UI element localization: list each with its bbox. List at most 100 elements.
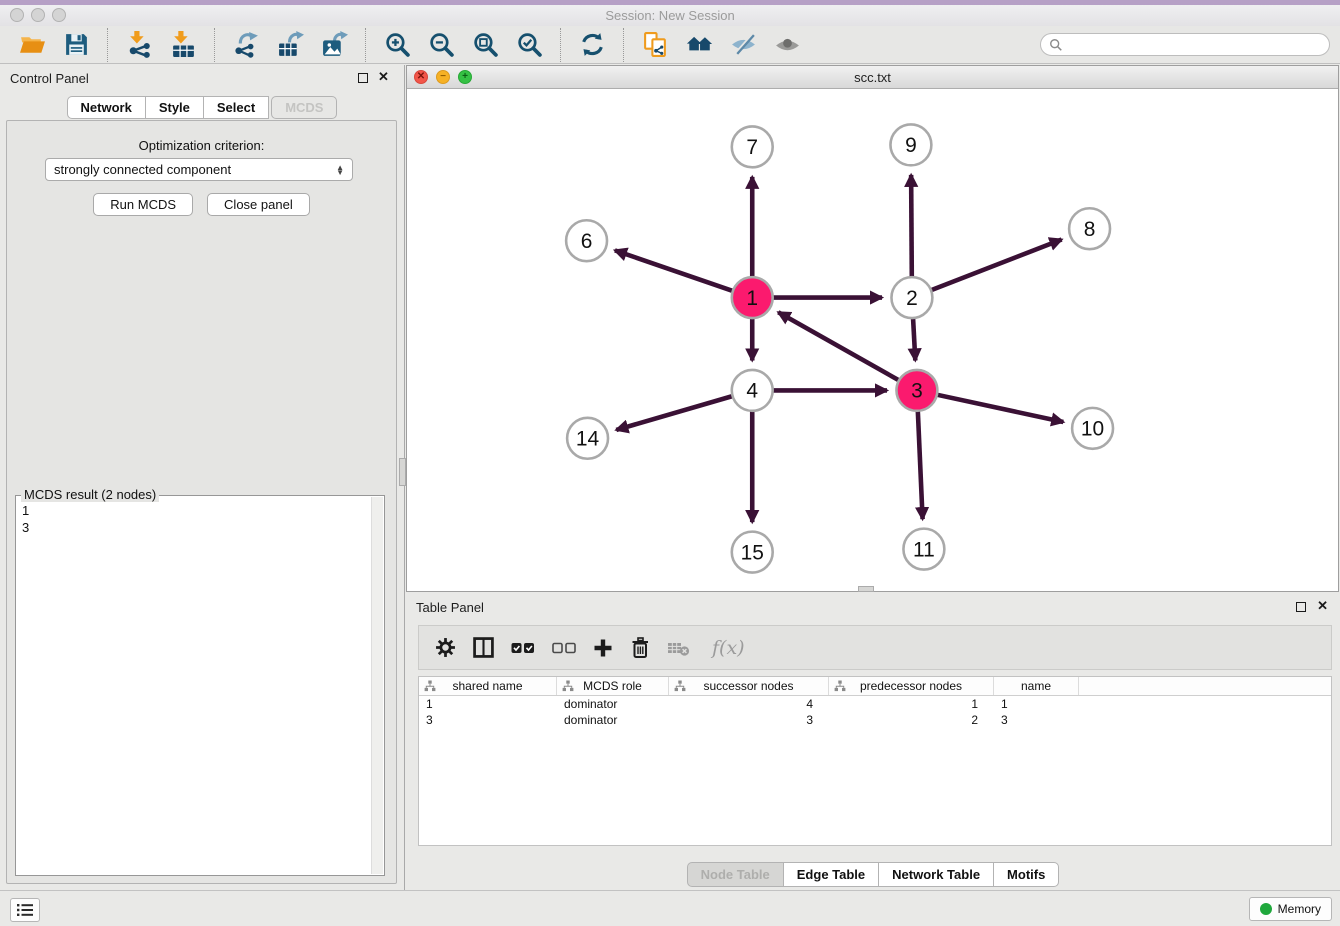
zoom-out-icon[interactable] — [426, 30, 456, 60]
memory-status-dot — [1260, 903, 1272, 915]
graph-node-1[interactable]: 1 — [732, 277, 773, 318]
apply-preferred-layout-icon[interactable] — [684, 30, 714, 60]
tab-network[interactable]: Network — [67, 96, 146, 119]
import-table-icon[interactable] — [168, 30, 198, 60]
table-row[interactable]: 1dominator411 — [419, 696, 1331, 712]
close-panel-button[interactable]: Close panel — [207, 193, 310, 216]
graph-node-4[interactable]: 4 — [732, 370, 773, 411]
graph-edge-3-1[interactable] — [778, 312, 901, 381]
table-panel-title: Table Panel — [416, 600, 484, 615]
cell-name: 1 — [994, 696, 1079, 712]
close-panel-icon[interactable]: ✕ — [1317, 599, 1328, 613]
graph-node-8[interactable]: 8 — [1069, 208, 1110, 249]
tab-edge-table[interactable]: Edge Table — [783, 862, 879, 887]
graph-node-6[interactable]: 6 — [566, 220, 607, 261]
search-icon — [1049, 38, 1063, 52]
cell-shared-name: 3 — [419, 712, 557, 728]
app-titlebar: Session: New Session — [0, 0, 1340, 26]
column-header-name[interactable]: name — [994, 677, 1079, 695]
toolbar-separator — [214, 28, 215, 62]
vertical-splitter-handle[interactable] — [399, 458, 406, 486]
graph-node-14[interactable]: 14 — [567, 418, 608, 459]
zoom-fit-icon[interactable] — [470, 30, 500, 60]
show-all-icon[interactable] — [772, 30, 802, 60]
zoom-selected-icon[interactable] — [514, 30, 544, 60]
toolbar-separator — [560, 28, 561, 62]
float-panel-icon[interactable] — [1296, 602, 1306, 612]
graph-node-label: 10 — [1081, 418, 1104, 441]
mcds-result-line: 1 — [22, 502, 368, 519]
graph-node-15[interactable]: 15 — [732, 532, 773, 573]
delete-columns-trash-icon[interactable] — [630, 637, 650, 659]
control-panel: Control Panel ✕ Network Style Select MCD… — [0, 65, 405, 890]
column-header-MCDS-role[interactable]: MCDS role — [557, 677, 669, 695]
column-header-shared-name[interactable]: shared name — [419, 677, 557, 695]
save-session-icon[interactable] — [61, 30, 91, 60]
memory-button[interactable]: Memory — [1249, 897, 1332, 921]
table-header-row: shared nameMCDS rolesuccessor nodesprede… — [419, 677, 1331, 696]
toolbar-separator — [623, 28, 624, 62]
network-window-titlebar[interactable]: ✕ − + scc.txt — [407, 66, 1338, 89]
column-header-predecessor-nodes[interactable]: predecessor nodes — [829, 677, 994, 695]
tab-mcds[interactable]: MCDS — [271, 96, 337, 119]
graph-node-2[interactable]: 2 — [891, 277, 932, 318]
table-settings-gear-icon[interactable] — [435, 637, 456, 658]
hide-selected-icon[interactable] — [728, 30, 758, 60]
table-toolbar: f(x) — [418, 625, 1332, 670]
graph-node-3[interactable]: 3 — [896, 370, 937, 411]
result-scrollbar-track[interactable] — [371, 497, 383, 874]
mcds-buttons: Run MCDS Close panel — [7, 193, 396, 216]
graph-edge-2-9[interactable] — [911, 175, 912, 280]
mcds-result-title: MCDS result (2 nodes) — [21, 487, 159, 502]
show-column-panel-icon[interactable] — [473, 637, 494, 658]
graph-node-label: 4 — [746, 380, 758, 403]
zoom-in-icon[interactable] — [382, 30, 412, 60]
cell-predecessor-nodes: 1 — [829, 696, 994, 712]
status-bar: Memory — [0, 890, 1340, 926]
horizontal-splitter-handle[interactable] — [858, 586, 874, 592]
optimization-criterion-select[interactable]: strongly connected component ▲▼ — [45, 158, 353, 181]
tab-motifs[interactable]: Motifs — [993, 862, 1059, 887]
task-history-button[interactable] — [10, 898, 40, 922]
refresh-icon[interactable] — [577, 30, 607, 60]
search-input[interactable] — [1068, 38, 1321, 52]
graph-edge-4-14[interactable] — [616, 395, 735, 430]
create-new-column-icon[interactable] — [593, 638, 613, 658]
main-toolbar — [0, 26, 1340, 64]
graph-node-11[interactable]: 11 — [903, 529, 944, 570]
network-canvas[interactable]: 1 2 3 4 6 7 8 9 10 11 14 15 — [407, 89, 1338, 591]
graph-edge-2-3[interactable] — [913, 316, 915, 361]
tab-node-table[interactable]: Node Table — [687, 862, 784, 887]
run-mcds-button[interactable]: Run MCDS — [93, 193, 193, 216]
import-network-icon[interactable] — [124, 30, 154, 60]
graph-edge-3-11[interactable] — [918, 408, 923, 519]
graph-edge-2-8[interactable] — [929, 240, 1062, 292]
cell-shared-name: 1 — [419, 696, 557, 712]
tab-network-table[interactable]: Network Table — [878, 862, 994, 887]
column-header-successor-nodes[interactable]: successor nodes — [669, 677, 829, 695]
unselect-all-columns-icon[interactable] — [552, 640, 576, 656]
select-all-columns-icon[interactable] — [511, 640, 535, 656]
mcds-tab-content: Optimization criterion: strongly connect… — [6, 120, 397, 884]
search-field[interactable] — [1040, 33, 1330, 56]
tab-select[interactable]: Select — [203, 96, 269, 119]
close-panel-icon[interactable]: ✕ — [378, 70, 389, 84]
export-image-icon[interactable] — [319, 30, 349, 60]
cell-MCDS-role: dominator — [557, 696, 669, 712]
tab-style[interactable]: Style — [145, 96, 204, 119]
cell-successor-nodes: 4 — [669, 696, 829, 712]
graph-node-label: 11 — [913, 538, 935, 561]
export-table-icon[interactable] — [275, 30, 305, 60]
export-network-icon[interactable] — [231, 30, 261, 60]
graph-edge-3-10[interactable] — [934, 394, 1063, 422]
table-row[interactable]: 3dominator323 — [419, 712, 1331, 728]
graph-node-7[interactable]: 7 — [732, 126, 773, 167]
mcds-result-line: 3 — [22, 519, 368, 536]
float-panel-icon[interactable] — [358, 73, 368, 83]
graph-edge-1-6[interactable] — [615, 250, 735, 291]
graph-node-10[interactable]: 10 — [1072, 408, 1113, 449]
new-network-from-selection-icon[interactable] — [640, 30, 670, 60]
graph-node-9[interactable]: 9 — [890, 124, 931, 165]
open-file-icon[interactable] — [17, 30, 47, 60]
graph-node-label: 3 — [911, 380, 923, 403]
